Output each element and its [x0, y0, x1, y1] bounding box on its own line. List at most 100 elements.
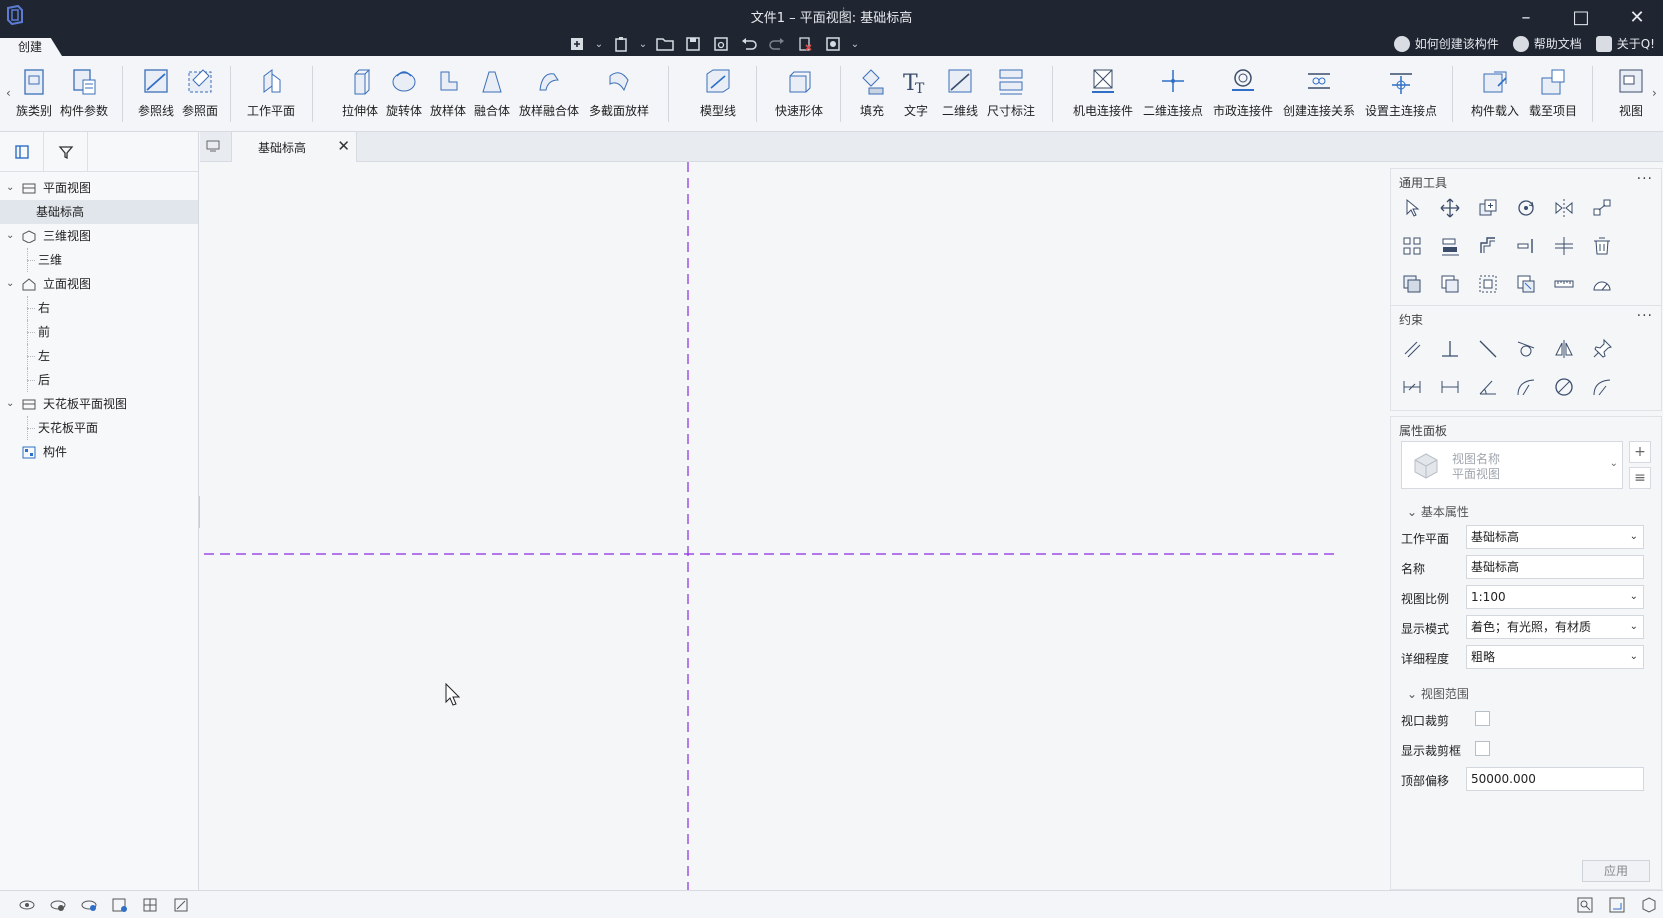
clipboard-icon[interactable] [610, 34, 632, 54]
civil-connector-button[interactable]: 市政连接件 [1210, 66, 1276, 126]
load-component-button[interactable]: 构件载入 [1468, 66, 1522, 126]
2d-connect-point-button[interactable]: 二维连接点 [1140, 66, 1206, 126]
detail-level-select[interactable]: 粗略 ⌄ [1466, 645, 1644, 669]
browser-tab-filter[interactable] [44, 132, 88, 172]
tree-item-plan-views[interactable]: ⌄ 平面视图 [0, 176, 198, 200]
pin-constraint-icon[interactable] [1591, 338, 1613, 360]
hide-element-icon[interactable] [49, 897, 67, 913]
copy-tool-icon[interactable] [1477, 197, 1499, 219]
chevron-down-icon[interactable]: ⌄ [6, 224, 14, 248]
minimize-button[interactable]: – [1511, 6, 1541, 30]
overlap-tool-icon[interactable] [1439, 273, 1461, 295]
work-plane-select[interactable]: 基础标高 ⌄ [1466, 525, 1644, 549]
move-tool-icon[interactable] [1439, 197, 1461, 219]
text-button[interactable]: TT 文字 [896, 66, 936, 126]
rotate-tool-icon[interactable] [1515, 197, 1537, 219]
create-connection-button[interactable]: 创建连接关系 [1280, 66, 1358, 126]
mirror-tool-icon[interactable] [1553, 197, 1575, 219]
trim-tool-icon[interactable] [1553, 235, 1575, 257]
symmetric-constraint-icon[interactable] [1553, 338, 1575, 360]
basic-properties-header[interactable]: ⌄ 基本属性 [1407, 503, 1469, 520]
view-button[interactable]: 视图 [1614, 66, 1648, 126]
select-tool-icon[interactable] [1401, 197, 1423, 219]
section-box-icon[interactable] [173, 897, 191, 913]
help-docs-link[interactable]: 帮助文档 [1512, 35, 1582, 52]
work-plane-button[interactable]: 工作平面 [244, 66, 298, 126]
view-cube-icon[interactable] [1609, 897, 1625, 913]
chevron-down-icon[interactable]: ⌄ [6, 176, 14, 200]
top-offset-field[interactable]: 50000.000 [1466, 767, 1644, 791]
more-options-icon[interactable]: ··· [1637, 171, 1653, 187]
visibility-icon[interactable] [18, 897, 36, 913]
new-file-dropdown-icon[interactable]: ⌄ [594, 39, 604, 50]
maximize-button[interactable]: □ [1566, 6, 1596, 30]
extrusion-button[interactable]: 拉伸体 [340, 66, 380, 126]
grid-view-icon[interactable] [142, 897, 160, 913]
view-range-header[interactable]: ⌄ 视图范围 [1407, 685, 1469, 702]
viewport-crop-checkbox[interactable] [1475, 711, 1490, 726]
zoom-fit-icon[interactable] [1577, 897, 1593, 913]
horizontal-distance-constraint-icon[interactable] [1439, 376, 1461, 398]
drawing-canvas[interactable] [200, 162, 1386, 890]
stack-tool-icon[interactable] [1401, 273, 1423, 295]
fill-button[interactable]: 填充 [852, 66, 892, 126]
scale-tool-icon[interactable] [1515, 273, 1537, 295]
sweep-button[interactable]: 放样体 [428, 66, 468, 126]
how-to-create-link[interactable]: 如何创建该构件 [1393, 35, 1499, 52]
settings-dropdown-icon[interactable]: ⌄ [850, 39, 860, 50]
blend-button[interactable]: 融合体 [472, 66, 512, 126]
tree-item-front[interactable]: 前 [0, 320, 198, 344]
view-scale-select[interactable]: 1:100 ⌄ [1466, 585, 1644, 609]
group-tool-icon[interactable] [1401, 235, 1423, 257]
perpendicular-constraint-icon[interactable] [1439, 338, 1461, 360]
tab-list-icon[interactable] [206, 140, 220, 152]
delete-file-icon[interactable] [794, 34, 816, 54]
isolate-element-icon[interactable] [80, 897, 98, 913]
tangent-constraint-icon[interactable] [1515, 338, 1537, 360]
array-tool-icon[interactable] [1591, 197, 1613, 219]
browser-tab-tree[interactable] [0, 132, 44, 172]
parallel-constraint-icon[interactable] [1401, 338, 1423, 360]
revolve-button[interactable]: 旋转体 [384, 66, 424, 126]
split-tool-icon[interactable] [1515, 235, 1537, 257]
doc-tab-base-level[interactable]: 基础标高 ✕ [231, 132, 357, 162]
show-crop-box-checkbox[interactable] [1475, 741, 1490, 756]
tree-item-right[interactable]: 右 [0, 296, 198, 320]
angle-constraint-icon[interactable] [1477, 376, 1499, 398]
close-tab-icon[interactable]: ✕ [337, 137, 350, 155]
equal-distance-constraint-icon[interactable] [1401, 376, 1423, 398]
edit-type-button[interactable]: ≡ [1629, 467, 1651, 489]
more-options-icon[interactable]: ··· [1637, 308, 1653, 324]
open-folder-icon[interactable] [654, 34, 676, 54]
tree-item-components[interactable]: 构件 [0, 440, 198, 464]
chevron-down-icon[interactable]: ⌄ [6, 392, 14, 416]
tab-create[interactable]: 创建 [0, 38, 62, 56]
new-file-icon[interactable] [566, 34, 588, 54]
tree-item-3d[interactable]: 三维 [0, 248, 198, 272]
diameter-constraint-icon[interactable] [1553, 376, 1575, 398]
swept-blend-button[interactable]: 放样融合体 [516, 66, 582, 126]
angle-measure-tool-icon[interactable] [1591, 273, 1613, 295]
multi-section-sweep-button[interactable]: 多截面放样 [586, 66, 652, 126]
about-link[interactable]: 关于Q! [1595, 35, 1655, 52]
reference-line-button[interactable]: 参照线 [136, 66, 176, 126]
measure-tool-icon[interactable] [1553, 273, 1575, 295]
type-selector[interactable]: 视图名称 平面视图 ⌄ [1401, 441, 1623, 489]
tree-item-ceiling-plan-views[interactable]: ⌄ 天花板平面视图 [0, 392, 198, 416]
apply-button[interactable]: 应用 [1582, 860, 1650, 882]
tree-item-elevation-views[interactable]: ⌄ 立面视图 [0, 272, 198, 296]
reference-plane-button[interactable]: 参照面 [180, 66, 220, 126]
clipboard-dropdown-icon[interactable]: ⌄ [638, 39, 648, 50]
set-main-connector-button[interactable]: 设置主连接点 [1362, 66, 1440, 126]
mep-connector-button[interactable]: 机电连接件 [1070, 66, 1136, 126]
undo-icon[interactable] [738, 34, 760, 54]
component-params-button[interactable]: 构件参数 [58, 66, 110, 126]
model-line-button[interactable]: 模型线 [696, 66, 740, 126]
redo-icon[interactable] [766, 34, 788, 54]
box-select-tool-icon[interactable] [1477, 273, 1499, 295]
3d-box-icon[interactable] [1641, 897, 1657, 913]
title-extra-icon[interactable]: ⁝ [842, 6, 845, 17]
tree-item-base-level[interactable]: 基础标高 [0, 200, 198, 224]
close-button[interactable]: ✕ [1622, 6, 1652, 30]
add-type-button[interactable]: + [1629, 441, 1651, 463]
